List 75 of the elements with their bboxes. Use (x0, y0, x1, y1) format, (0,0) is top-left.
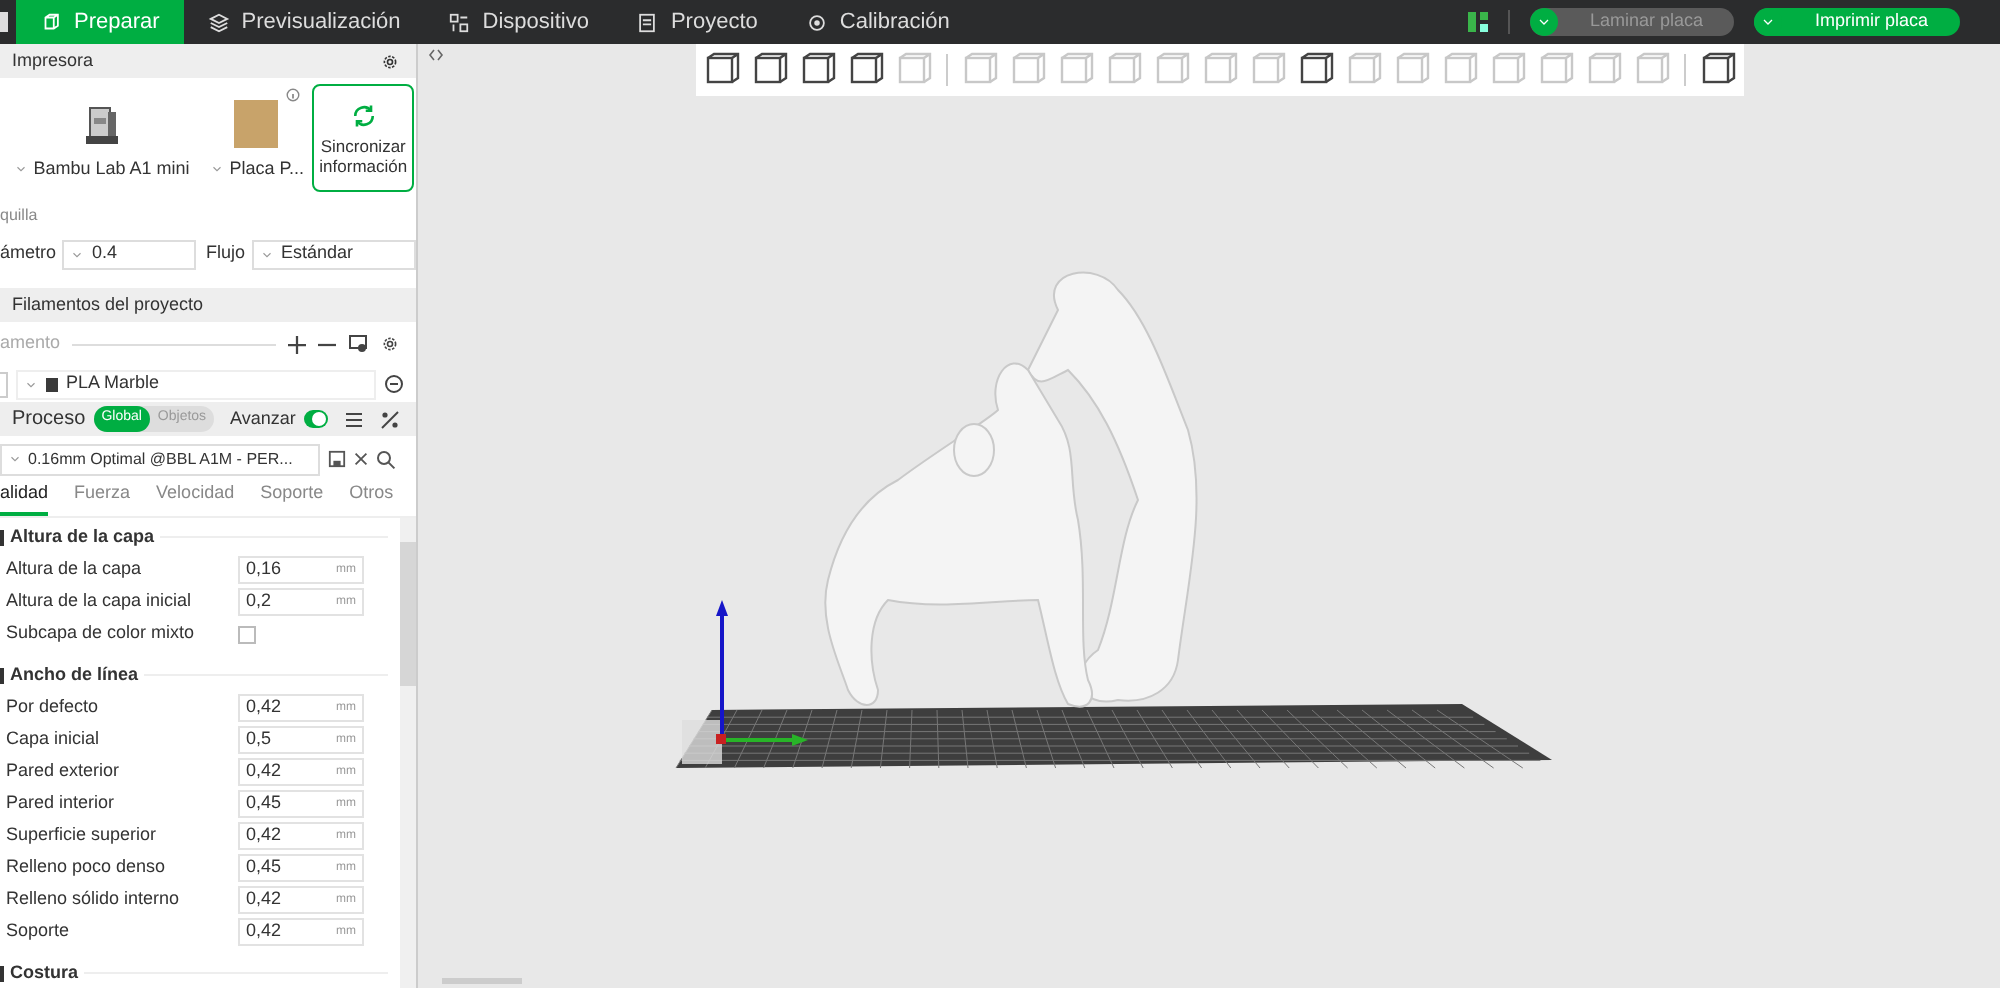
group-title: Costura (10, 959, 79, 986)
setting-label: Pared interior (6, 790, 117, 817)
checkbox[interactable] (238, 625, 256, 643)
settings-tab[interactable]: Velocidad (156, 479, 235, 516)
diameter-select[interactable]: 0.4 (62, 239, 197, 269)
setting-label: Por defecto (6, 694, 101, 721)
plus-icon[interactable] (288, 335, 306, 353)
layout-icon[interactable] (1467, 12, 1488, 32)
collapse-panel-icon[interactable] (428, 48, 444, 62)
section-title: Filamentos del proyecto (12, 291, 206, 318)
scrollbar-thumb[interactable] (400, 542, 416, 686)
plate-card[interactable]: Placa P... (209, 84, 305, 192)
settings-icon[interactable] (380, 51, 400, 71)
plate-name: Placa P... (229, 155, 305, 181)
settings-tab[interactable]: Otros (349, 479, 394, 516)
caret-icon (24, 377, 38, 391)
settings-tab[interactable]: Soporte (260, 479, 324, 516)
plate-texture-icon (234, 99, 279, 147)
caret-icon (1535, 14, 1552, 30)
setting-label: Altura de la capa inicial (6, 588, 194, 615)
remove-icon[interactable] (384, 374, 404, 394)
nav-tab[interactable]: Previsualización (183, 0, 425, 44)
printer-card[interactable]: Bambu Lab A1 mini (2, 84, 201, 192)
section-title: Proceso (12, 406, 86, 434)
search-icon[interactable] (376, 449, 396, 469)
document-icon (636, 11, 659, 33)
caret-icon (8, 452, 22, 466)
flow-select[interactable]: Estándar (251, 239, 416, 269)
setting-label: Soporte (6, 918, 72, 945)
caret-icon (70, 247, 85, 261)
setting-label: Superficie superior (6, 822, 159, 849)
save-icon[interactable] (328, 450, 346, 468)
settings-tab[interactable]: alidad (0, 479, 49, 516)
sync-information-button[interactable]: Sincronizar información (312, 84, 414, 192)
caret-icon (1760, 14, 1777, 30)
cube-icon (40, 11, 62, 33)
advanced-switch[interactable] (303, 410, 328, 428)
caret-icon (209, 161, 224, 176)
group-marker (0, 529, 4, 545)
setting-label: Pared exterior (6, 758, 122, 785)
group-title: Altura de la capa (10, 523, 155, 550)
setting-label: Relleno poco denso (6, 854, 168, 881)
group-title: Ancho de línea (10, 661, 139, 688)
settings-icon[interactable] (380, 334, 400, 354)
settings-tab[interactable]: Fuerza (74, 479, 131, 516)
caret-icon (259, 247, 274, 261)
group-marker (0, 965, 4, 981)
target-icon (805, 11, 828, 33)
scrollbar-track[interactable] (400, 518, 416, 988)
setting-label: Capa inicial (6, 726, 102, 753)
device-icon (448, 11, 471, 33)
nav-tab[interactable]: Calibración (781, 0, 974, 44)
printer-name: Bambu Lab A1 mini (33, 155, 190, 181)
flow-label: Flujo (206, 240, 246, 267)
close-icon[interactable] (352, 450, 370, 468)
percent-icon[interactable] (380, 409, 400, 429)
list-icon[interactable] (344, 409, 364, 429)
filament-subtitle: amento (0, 330, 61, 357)
filament-slot[interactable] (0, 371, 8, 397)
sync-icon (349, 101, 378, 129)
info-icon (286, 88, 301, 102)
setting-label: Subcapa de color mixto (6, 620, 197, 647)
setting-label: Relleno sólido interno (6, 886, 182, 913)
diameter-label: ámetro (0, 240, 57, 267)
nav-tab[interactable]: Dispositivo (424, 0, 613, 44)
caret-icon (13, 161, 28, 176)
advanced-label: Avanzar (230, 405, 296, 432)
filament-select[interactable]: PLA Marble (16, 369, 376, 399)
setting-label: Altura de la capa (6, 556, 144, 583)
nav-tab[interactable]: Proyecto (612, 0, 782, 44)
group-marker (0, 667, 4, 683)
nozzle-title: quilla (0, 204, 40, 228)
sync-device-icon[interactable] (348, 334, 368, 354)
section-title: Impresora (12, 47, 96, 74)
preset-select[interactable]: 0.16mm Optimal @BBL A1M - PER... (0, 443, 320, 475)
